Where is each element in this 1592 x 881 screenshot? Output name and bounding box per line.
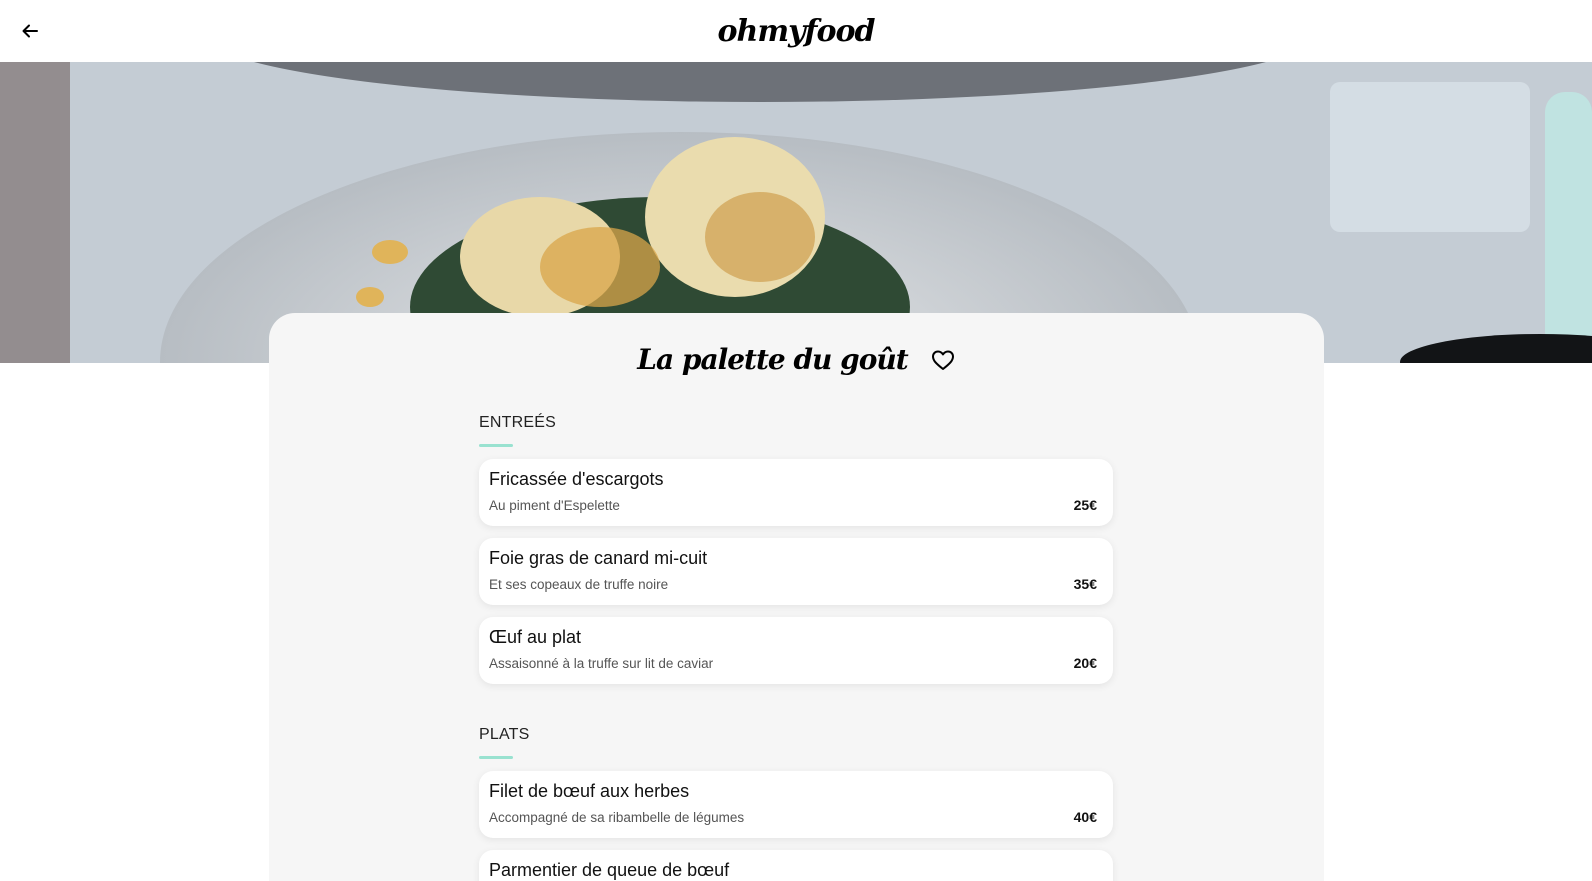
heart-outline-icon [931, 350, 954, 370]
dish-price: 40€ [1073, 809, 1097, 825]
dish-name: Foie gras de canard mi-cuit [489, 548, 708, 568]
dish-card[interactable]: Foie gras de canard mi-cuit Et ses copea… [479, 538, 1113, 605]
back-button[interactable] [14, 16, 46, 46]
dish-price: 25€ [1073, 497, 1097, 513]
dish-price: 20€ [1073, 655, 1097, 671]
section-title: ENTREÉS [479, 414, 556, 431]
top-bar: ohmyfood [0, 0, 1592, 62]
menu-section-entrees: ENTREÉS Fricassée d'escargots Au piment … [479, 412, 1113, 684]
dish-name: Parmentier de queue de bœuf [489, 860, 730, 880]
dish-card[interactable]: Filet de bœuf aux herbes Accompagné de s… [479, 771, 1113, 838]
app-logo[interactable]: ohmyfood [718, 14, 876, 49]
menu-section-plats: PLATS Filet de bœuf aux herbes Accompagn… [479, 724, 1113, 881]
dish-name: Œuf au plat [489, 627, 582, 647]
restaurant-header: La palette du goût [269, 343, 1324, 376]
section-underline [479, 756, 513, 759]
arrow-left-icon [22, 24, 38, 38]
restaurant-title: La palette du goût [637, 343, 908, 376]
dish-price: 35€ [1073, 576, 1097, 592]
section-title: PLATS [479, 726, 530, 743]
dish-description: Et ses copeaux de truffe noire [489, 577, 669, 592]
dish-card[interactable]: Œuf au plat Assaisonné à la truffe sur l… [479, 617, 1113, 684]
menu-panel: La palette du goût ENTREÉS Fricassée d'e… [269, 313, 1324, 881]
dish-description: Assaisonné à la truffe sur lit de caviar [489, 656, 714, 671]
favorite-button[interactable] [930, 347, 956, 373]
dish-name: Filet de bœuf aux herbes [489, 781, 690, 801]
dish-description: Accompagné de sa ribambelle de légumes [489, 810, 745, 825]
dish-description: Au piment d'Espelette [489, 498, 620, 513]
section-underline [479, 444, 513, 447]
dish-card[interactable]: Fricassée d'escargots Au piment d'Espele… [479, 459, 1113, 526]
dish-card[interactable]: Parmentier de queue de bœuf [479, 850, 1113, 881]
dish-name: Fricassée d'escargots [489, 469, 664, 489]
